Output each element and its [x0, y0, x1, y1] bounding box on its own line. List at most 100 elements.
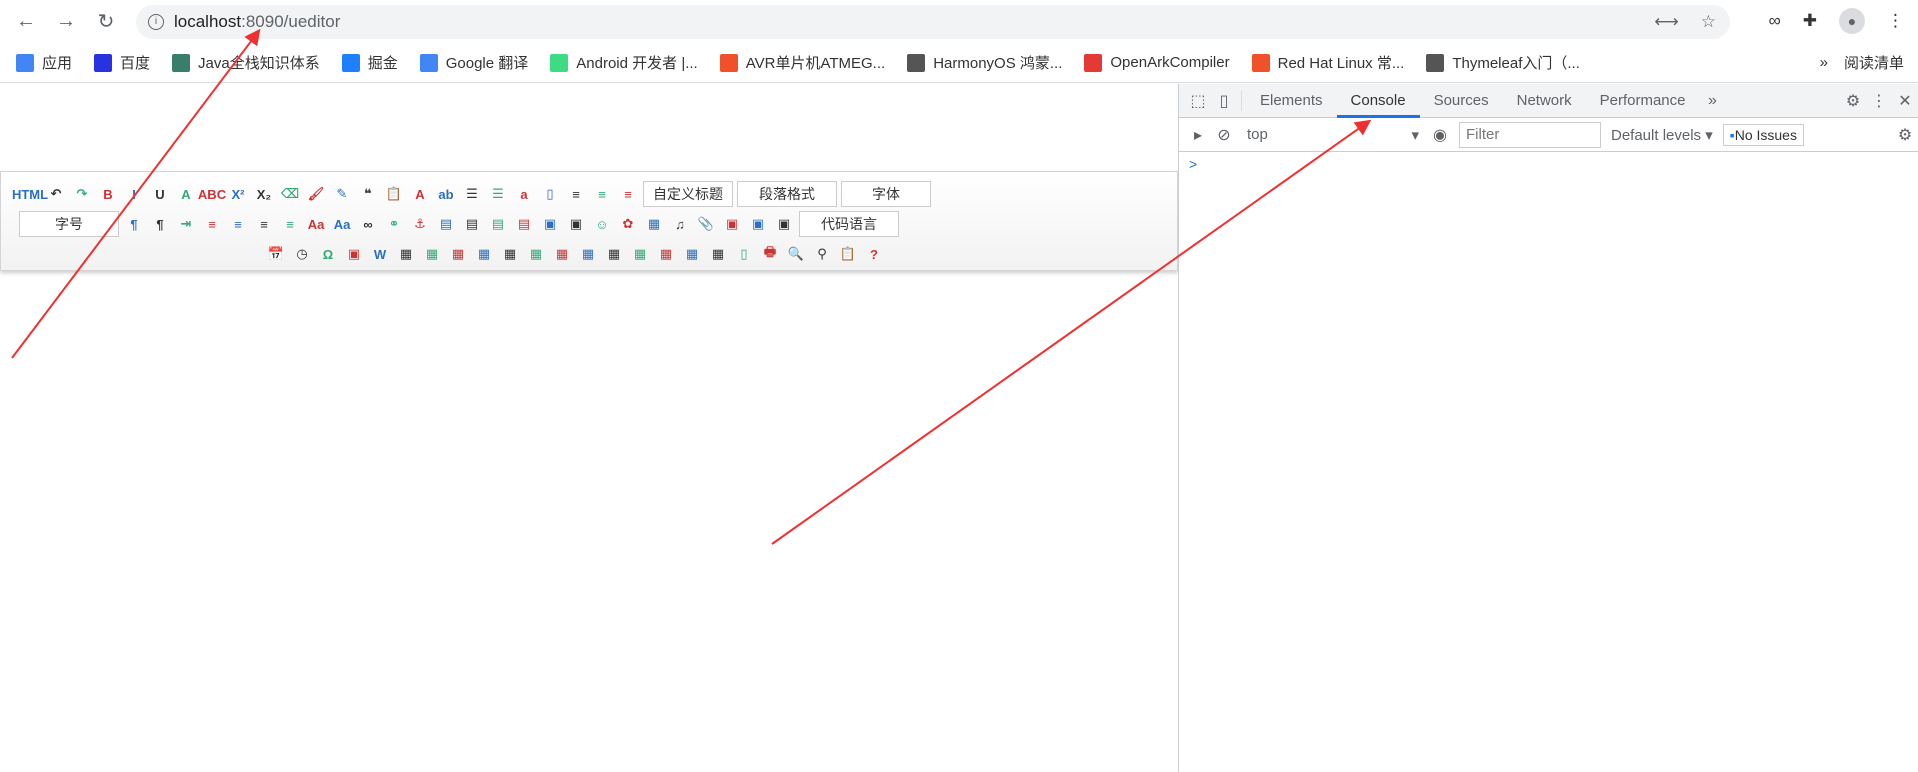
- editor-tool-button[interactable]: ▦: [708, 244, 728, 264]
- editor-tool-button[interactable]: ♫: [670, 214, 690, 234]
- eye-icon[interactable]: ◉: [1427, 125, 1453, 145]
- editor-tool-button[interactable]: Aa: [306, 214, 326, 234]
- bookmark-item[interactable]: Java全栈知识体系: [172, 52, 320, 73]
- editor-tool-button[interactable]: I: [124, 184, 144, 204]
- editor-tool-button[interactable]: Ω: [318, 244, 338, 264]
- console-settings-icon[interactable]: ⚙: [1892, 125, 1918, 145]
- editor-tool-button[interactable]: Aa: [332, 214, 352, 234]
- editor-tool-button[interactable]: ⚓: [410, 214, 430, 234]
- editor-tool-button[interactable]: HTML: [12, 184, 48, 204]
- bookmark-item[interactable]: Thymeleaf入门（...: [1426, 52, 1580, 73]
- editor-tool-button[interactable]: ¶: [124, 214, 144, 234]
- editor-tool-button[interactable]: ▦: [682, 244, 702, 264]
- device-toggle-icon[interactable]: ▯: [1211, 91, 1237, 111]
- star-icon[interactable]: ☆: [1701, 12, 1716, 32]
- editor-tool-button[interactable]: ▦: [500, 244, 520, 264]
- editor-tool-button[interactable]: 🔍: [786, 244, 806, 264]
- console-prompt[interactable]: >: [1189, 156, 1918, 172]
- editor-tool-button[interactable]: ▤: [462, 214, 482, 234]
- info-icon[interactable]: i: [148, 14, 164, 30]
- forward-icon[interactable]: →: [52, 8, 80, 36]
- context-select[interactable]: top ▾: [1237, 126, 1427, 144]
- editor-tool-button[interactable]: ⇥: [176, 214, 196, 234]
- editor-select[interactable]: 自定义标题: [643, 181, 733, 207]
- editor-tool-button[interactable]: ☰: [462, 184, 482, 204]
- editor-select[interactable]: 字体: [841, 181, 931, 207]
- devtools-tab-network[interactable]: Network: [1503, 84, 1586, 118]
- more-tabs-icon[interactable]: »: [1700, 92, 1726, 110]
- avatar[interactable]: ●: [1839, 8, 1865, 34]
- editor-tool-button[interactable]: ▦: [474, 244, 494, 264]
- editor-tool-button[interactable]: ▣: [748, 214, 768, 234]
- editor-tool-button[interactable]: ▦: [396, 244, 416, 264]
- editor-tool-button[interactable]: 📎: [696, 214, 716, 234]
- editor-tool-button[interactable]: ▦: [656, 244, 676, 264]
- editor-tool-button[interactable]: ≡: [202, 214, 222, 234]
- bookmark-item[interactable]: Android 开发者 |...: [550, 52, 698, 73]
- extension-link-icon[interactable]: ∞: [1769, 11, 1781, 31]
- editor-tool-button[interactable]: A: [176, 184, 196, 204]
- editor-tool-button[interactable]: ↶: [46, 184, 66, 204]
- editor-tool-button[interactable]: ▦: [578, 244, 598, 264]
- bookmark-item[interactable]: HarmonyOS 鸿蒙...: [907, 52, 1062, 73]
- editor-tool-button[interactable]: ab: [436, 184, 456, 204]
- devtools-tab-console[interactable]: Console: [1336, 84, 1420, 118]
- editor-tool-button[interactable]: ▣: [722, 214, 742, 234]
- devtools-tab-sources[interactable]: Sources: [1420, 84, 1503, 118]
- editor-tool-button[interactable]: ☺: [592, 214, 612, 234]
- editor-tool-button[interactable]: ≡: [566, 184, 586, 204]
- editor-tool-button[interactable]: ≡: [228, 214, 248, 234]
- editor-tool-button[interactable]: A: [410, 184, 430, 204]
- more-bookmarks-button[interactable]: »: [1820, 54, 1828, 71]
- sidebar-toggle-icon[interactable]: ▸: [1185, 125, 1211, 145]
- issues-button[interactable]: ▪No Issues: [1722, 123, 1804, 146]
- editor-tool-button[interactable]: ❝: [358, 184, 378, 204]
- editor-tool-button[interactable]: ▣: [774, 214, 794, 234]
- editor-tool-button[interactable]: ≡: [592, 184, 612, 204]
- editor-tool-button[interactable]: B: [98, 184, 118, 204]
- editor-tool-button[interactable]: ▣: [540, 214, 560, 234]
- close-icon[interactable]: ✕: [1892, 91, 1918, 111]
- editor-tool-button[interactable]: ▦: [604, 244, 624, 264]
- menu-icon[interactable]: ⋮: [1887, 11, 1904, 31]
- editor-tool-button[interactable]: W: [370, 244, 390, 264]
- editor-tool-button[interactable]: U: [150, 184, 170, 204]
- bookmark-item[interactable]: AVR单片机ATMEG...: [719, 52, 885, 73]
- editor-tool-button[interactable]: ¶: [150, 214, 170, 234]
- editor-tool-button[interactable]: ∞: [358, 214, 378, 234]
- editor-tool-button[interactable]: ⌫: [280, 184, 300, 204]
- devtools-tab-elements[interactable]: Elements: [1246, 84, 1337, 118]
- editor-tool-button[interactable]: ⚭: [384, 214, 404, 234]
- bookmark-item[interactable]: 掘金: [341, 52, 398, 73]
- editor-tool-button[interactable]: 📅: [266, 244, 286, 264]
- settings-icon[interactable]: ⚙: [1840, 91, 1866, 111]
- bookmark-item[interactable]: Google 翻译: [419, 52, 528, 73]
- address-bar[interactable]: i localhost:8090/ueditor ⟷ ☆: [136, 5, 1730, 39]
- editor-tool-button[interactable]: ▦: [644, 214, 664, 234]
- editor-tool-button[interactable]: ▯: [734, 244, 754, 264]
- editor-tool-button[interactable]: 📋: [384, 184, 404, 204]
- editor-tool-button[interactable]: ▦: [630, 244, 650, 264]
- editor-tool-button[interactable]: a: [514, 184, 534, 204]
- editor-tool-button[interactable]: ▣: [566, 214, 586, 234]
- editor-tool-button[interactable]: ≡: [618, 184, 638, 204]
- editor-tool-button[interactable]: X²: [228, 184, 248, 204]
- editor-tool-button[interactable]: ≡: [280, 214, 300, 234]
- bookmark-item[interactable]: 应用: [16, 52, 72, 73]
- reload-icon[interactable]: ↻: [92, 8, 120, 36]
- inspect-icon[interactable]: ⬚: [1185, 91, 1211, 111]
- editor-tool-button[interactable]: 🖌: [306, 184, 326, 204]
- editor-tool-button[interactable]: 📋: [838, 244, 858, 264]
- editor-tool-button[interactable]: ▤: [488, 214, 508, 234]
- editor-tool-button[interactable]: ◷: [292, 244, 312, 264]
- editor-tool-button[interactable]: ≡: [254, 214, 274, 234]
- puzzle-icon[interactable]: ✚: [1803, 11, 1817, 31]
- more-icon[interactable]: ⋮: [1866, 91, 1892, 111]
- editor-tool-button[interactable]: ▯: [540, 184, 560, 204]
- editor-tool-button[interactable]: ⚲: [812, 244, 832, 264]
- editor-tool-button[interactable]: ▦: [448, 244, 468, 264]
- editor-tool-button[interactable]: ABC: [198, 184, 226, 204]
- bookmark-item[interactable]: Red Hat Linux 常...: [1251, 52, 1404, 73]
- editor-tool-button[interactable]: ▤: [436, 214, 456, 234]
- editor-tool-button[interactable]: ▦: [422, 244, 442, 264]
